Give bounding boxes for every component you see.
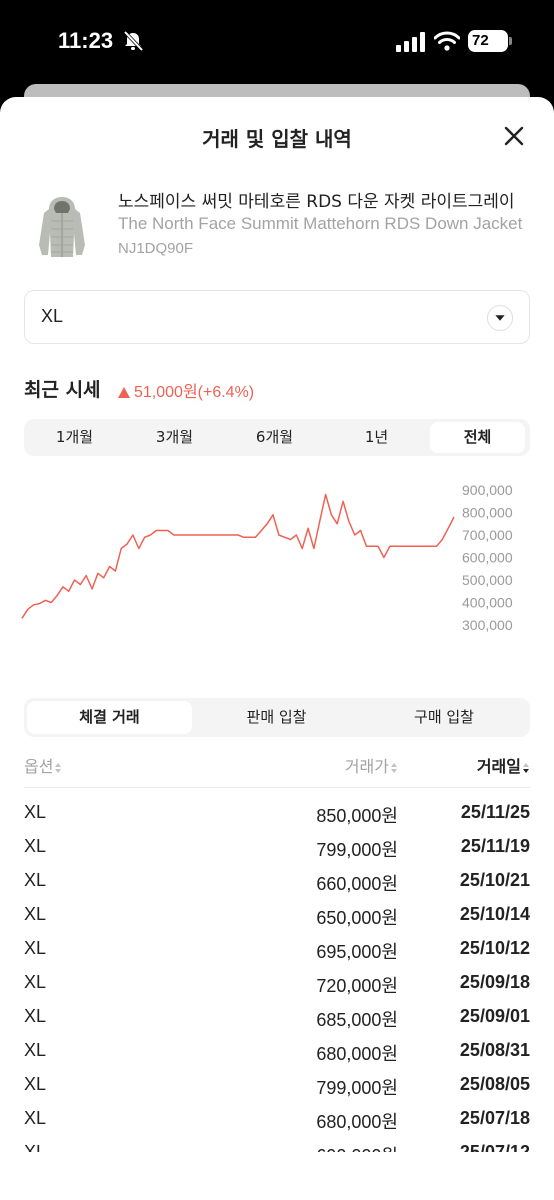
tab-all[interactable]: 전체 (430, 422, 525, 453)
header-date-label: 거래일 (476, 757, 521, 776)
sheet-title: 거래 및 입찰 내역 (202, 127, 352, 151)
row-date: 25/10/21 (459, 870, 530, 890)
table-row: XL 695,000원 25/10/12 (24, 933, 530, 967)
row-price: 695,000원 (316, 942, 398, 962)
table-row: XL 650,000원 25/10/14 (24, 899, 530, 933)
table-row: XL 690,000원 25/07/12 (24, 1137, 530, 1152)
row-price: 650,000원 (316, 908, 398, 928)
y-tick-label: 400,000 (462, 595, 513, 611)
row-date: 25/08/05 (459, 1074, 530, 1094)
wifi-icon (434, 31, 460, 51)
row-date: 25/09/18 (459, 972, 530, 992)
battery-icon: 72 (468, 30, 512, 52)
row-price: 660,000원 (316, 874, 398, 894)
row-option: XL (24, 1108, 47, 1128)
tab-buy-bids[interactable]: 구매 입찰 (361, 701, 527, 734)
row-date: 25/11/19 (460, 836, 530, 856)
chevron-down-icon (487, 305, 513, 331)
row-option: XL (24, 1040, 47, 1060)
table-header: 옵션 거래가 거래일 (24, 750, 530, 788)
row-price: 799,000원 (316, 840, 398, 860)
row-option: XL (24, 972, 47, 992)
row-price: 690,000원 (316, 1142, 398, 1152)
table-row: XL 680,000원 25/07/18 (24, 1103, 530, 1137)
table-row: XL 850,000원 25/11/25 (24, 797, 530, 831)
row-option: XL (24, 802, 47, 822)
close-icon[interactable] (502, 124, 526, 148)
tab-sell-bids[interactable]: 판매 입찰 (194, 701, 359, 734)
history-tabs: 체결 거래 판매 입찰 구매 입찰 (24, 698, 530, 737)
cellular-signal-icon (396, 32, 425, 52)
header-price[interactable]: 거래가 (345, 753, 398, 777)
row-date: 25/08/31 (459, 1040, 530, 1060)
table-row: XL 799,000원 25/11/19 (24, 831, 530, 865)
row-price: 680,000원 (316, 1112, 398, 1132)
row-option: XL (24, 1074, 47, 1094)
bell-muted-icon (123, 30, 144, 52)
row-date: 25/11/25 (460, 802, 530, 822)
row-date: 25/07/18 (459, 1108, 530, 1128)
row-price: 680,000원 (316, 1044, 398, 1064)
sort-descending-icon (523, 762, 529, 773)
y-tick-label: 700,000 (462, 527, 513, 543)
tab-3-months[interactable]: 3개월 (127, 422, 222, 453)
table-row: XL 685,000원 25/09/01 (24, 1001, 530, 1035)
table-row: XL 720,000원 25/09/18 (24, 967, 530, 1001)
row-date: 25/09/01 (459, 1006, 530, 1026)
row-option: XL (24, 1142, 47, 1152)
row-option: XL (24, 938, 47, 958)
recent-price-change: 51,000원(+6.4%) (118, 378, 254, 402)
row-option: XL (24, 836, 47, 856)
y-tick-label: 800,000 (462, 505, 513, 521)
table-row: XL 660,000원 25/10/21 (24, 865, 530, 899)
header-price-label: 거래가 (344, 757, 389, 776)
row-price: 799,000원 (316, 1078, 398, 1098)
battery-level: 72 (472, 32, 489, 49)
price-chart: 900,000 800,000 700,000 600,000 500,000 400,0… (21, 482, 513, 633)
period-tabs: 1개월 3개월 6개월 1년 전체 (24, 419, 530, 456)
triangle-up-icon (118, 387, 130, 398)
header-date[interactable]: 거래일 (477, 753, 530, 777)
product-name-en: The North Face Summit Mattehorn RDS Down… (118, 214, 523, 233)
recent-price-label: 최근 시세 (24, 379, 101, 401)
price-line (21, 493, 455, 619)
trade-history-sheet: 거래 및 입찰 내역 노스페이스 써밋 마테호른 RDS 다운 자켓 라이트그레… (0, 97, 554, 1200)
product-name-ko: 노스페이스 써밋 마테호른 RDS 다운 자켓 라이트그레이 (118, 192, 515, 212)
sort-icon (391, 762, 397, 773)
row-date: 25/10/14 (459, 904, 530, 924)
y-tick-label: 500,000 (462, 572, 513, 588)
battery-tip (509, 37, 512, 45)
tab-1-year[interactable]: 1년 (329, 422, 424, 453)
row-date: 25/07/12 (459, 1142, 530, 1152)
tab-1-month[interactable]: 1개월 (27, 422, 122, 453)
tab-completed-trades[interactable]: 체결 거래 (27, 701, 192, 734)
y-tick-label: 900,000 (462, 482, 513, 498)
table-row: XL 680,000원 25/08/31 (24, 1035, 530, 1069)
row-date: 25/10/12 (459, 938, 530, 958)
row-option: XL (24, 870, 47, 890)
row-price: 685,000원 (316, 1010, 398, 1030)
sort-icon (55, 762, 62, 773)
row-option: XL (24, 1006, 47, 1026)
tab-6-months[interactable]: 6개월 (227, 422, 322, 453)
status-bar: 11:23 72 (0, 0, 554, 84)
y-tick-label: 600,000 (462, 550, 513, 566)
y-tick-label: 300,000 (462, 617, 513, 633)
size-select-value: XL (41, 306, 64, 326)
size-select[interactable]: XL (24, 290, 530, 344)
row-price: 850,000원 (316, 806, 398, 826)
status-time: 11:23 (58, 28, 114, 53)
recent-price-change-value: 51,000원(+6.4%) (134, 384, 255, 401)
row-option: XL (24, 904, 47, 924)
product-code: NJ1DQ90F (118, 240, 194, 257)
row-price: 720,000원 (316, 976, 398, 996)
trade-list: XL 850,000원 25/11/25 XL 799,000원 25/11/19 XL 66… (24, 797, 530, 1152)
header-option[interactable]: 옵션 (24, 753, 62, 777)
table-row: XL 799,000원 25/08/05 (24, 1069, 530, 1103)
header-option-label: 옵션 (24, 757, 54, 776)
product-thumbnail (24, 189, 100, 265)
